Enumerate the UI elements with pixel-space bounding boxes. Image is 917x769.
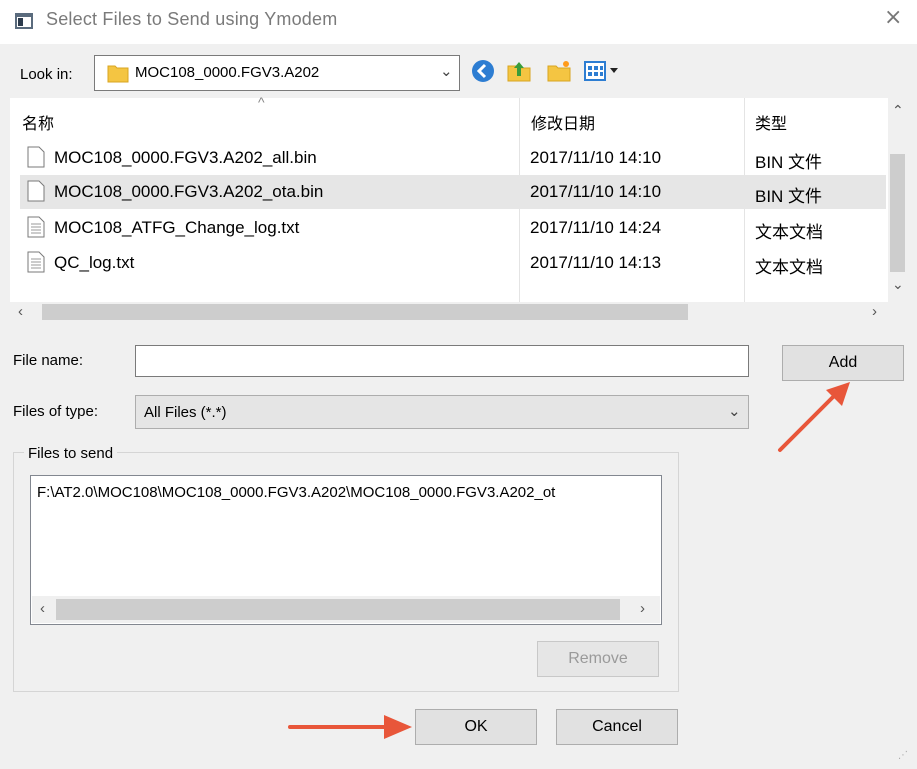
scroll-right-arrow-icon[interactable]: › — [640, 600, 645, 617]
look-in-label: Look in: — [20, 66, 73, 83]
table-row[interactable]: MOC108_ATFG_Change_log.txt 2017/11/10 14… — [20, 211, 886, 245]
folder-icon — [107, 65, 129, 83]
add-button[interactable]: Add — [782, 345, 904, 381]
file-type-cell: BIN 文件 — [755, 153, 823, 172]
file-icon — [27, 146, 45, 168]
text-file-icon — [27, 216, 45, 238]
horizontal-scrollbar[interactable]: ‹ › — [32, 596, 660, 623]
scroll-down-arrow-icon[interactable]: ⌄ — [892, 276, 904, 293]
annotation-arrow-icon — [288, 715, 412, 739]
table-row[interactable]: MOC108_0000.FGV3.A202_all.bin 2017/11/10… — [20, 141, 886, 175]
ok-button[interactable]: OK — [415, 709, 537, 745]
remove-button[interactable]: Remove — [537, 641, 659, 677]
app-icon — [15, 13, 33, 29]
look-in-combo[interactable]: MOC108_0000.FGV3.A202 ⌄ — [94, 55, 460, 91]
column-header-name[interactable]: 名称 — [22, 110, 54, 134]
table-row[interactable]: QC_log.txt 2017/11/10 14:13 文本文档 — [20, 246, 886, 280]
chevron-down-icon: ⌄ — [728, 403, 741, 420]
file-type-cell: 文本文档 — [755, 258, 823, 277]
annotation-arrow-icon — [778, 382, 850, 452]
files-to-send-list[interactable]: F:\AT2.0\MOC108\MOC108_0000.FGV3.A202\MO… — [30, 475, 662, 625]
cancel-button[interactable]: Cancel — [556, 709, 678, 745]
file-name-cell: MOC108_0000.FGV3.A202_all.bin — [54, 148, 317, 167]
resize-grip-icon[interactable]: ⋰ — [898, 750, 908, 761]
text-file-icon — [27, 251, 45, 273]
files-to-send-label: Files to send — [24, 445, 118, 462]
file-date-cell: 2017/11/10 14:24 — [530, 218, 662, 237]
table-row-selected[interactable]: MOC108_0000.FGV3.A202_ota.bin 2017/11/10… — [20, 175, 886, 209]
file-date-cell: 2017/11/10 14:13 — [530, 253, 662, 272]
scroll-right-arrow-icon[interactable]: › — [872, 303, 877, 320]
sort-ascending-icon: ^ — [258, 94, 265, 110]
scroll-left-arrow-icon[interactable]: ‹ — [18, 303, 23, 320]
file-date-cell: 2017/11/10 14:10 — [530, 182, 662, 201]
horizontal-scrollbar[interactable]: ‹ › — [10, 302, 907, 322]
list-item[interactable]: F:\AT2.0\MOC108\MOC108_0000.FGV3.A202\MO… — [37, 484, 657, 501]
up-folder-icon[interactable] — [506, 58, 532, 84]
scroll-left-arrow-icon[interactable]: ‹ — [40, 600, 45, 617]
vertical-scrollbar[interactable]: ⌃ ⌄ — [888, 98, 907, 302]
file-type-cell: BIN 文件 — [755, 187, 823, 206]
scroll-up-arrow-icon[interactable]: ⌃ — [892, 102, 904, 119]
horizontal-scroll-thumb[interactable] — [56, 599, 620, 620]
new-folder-icon[interactable] — [546, 58, 572, 84]
horizontal-scroll-thumb[interactable] — [42, 304, 688, 320]
file-type-select[interactable]: All Files (*.*) ⌄ — [135, 395, 749, 429]
file-type-value: All Files (*.*) — [144, 404, 227, 421]
file-icon — [27, 180, 45, 202]
chevron-down-icon: ⌄ — [440, 63, 453, 80]
column-header-date[interactable]: 修改日期 — [531, 110, 595, 134]
vertical-scroll-thumb[interactable] — [890, 154, 905, 272]
file-type-label: Files of type: — [13, 403, 99, 420]
file-type-cell: 文本文档 — [755, 223, 823, 242]
close-icon[interactable]: × — [884, 5, 902, 30]
file-name-input[interactable] — [135, 345, 749, 377]
file-name-cell: MOC108_0000.FGV3.A202_ota.bin — [54, 182, 324, 201]
file-name-cell: MOC108_ATFG_Change_log.txt — [54, 218, 300, 237]
column-header-type[interactable]: 类型 — [755, 110, 787, 134]
file-name-cell: QC_log.txt — [54, 253, 135, 272]
window-title: Select Files to Send using Ymodem — [46, 9, 338, 29]
file-name-label: File name: — [13, 352, 84, 369]
file-date-cell: 2017/11/10 14:10 — [530, 148, 662, 167]
back-icon[interactable] — [470, 58, 496, 84]
look-in-value: MOC108_0000.FGV3.A202 — [135, 64, 320, 81]
view-menu-icon[interactable] — [584, 60, 624, 82]
